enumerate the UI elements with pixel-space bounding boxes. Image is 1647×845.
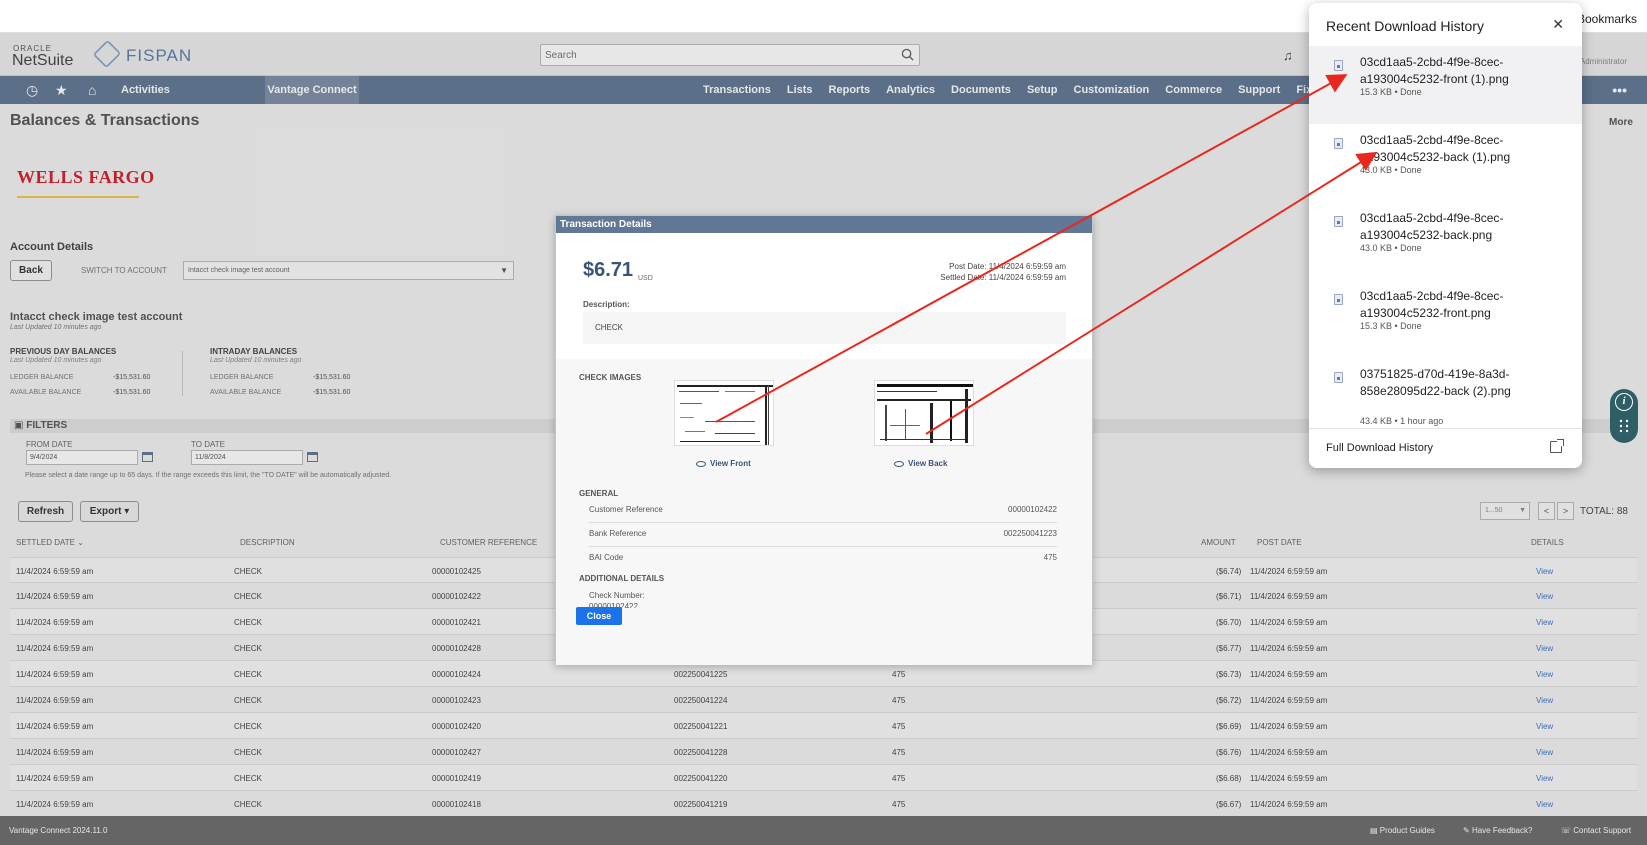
transaction-currency: USD bbox=[638, 275, 653, 282]
kv-key: BAI Code bbox=[589, 553, 624, 562]
image-file-icon bbox=[1334, 60, 1343, 71]
kv-value: 475 bbox=[1043, 553, 1057, 562]
check-front-graphic bbox=[677, 385, 773, 445]
view-back-label: View Back bbox=[908, 459, 948, 468]
check-back-image[interactable] bbox=[874, 380, 974, 446]
kv-key: Bank Reference bbox=[589, 529, 647, 538]
download-item[interactable]: 03cd1aa5-2cbd-4f9e-8cec-a193004c5232-bac… bbox=[1309, 202, 1582, 280]
image-file-icon bbox=[1334, 216, 1343, 227]
transaction-details-modal: Transaction Details $6.71 USD Post Date:… bbox=[555, 215, 1093, 665]
description-label: Description: bbox=[583, 300, 630, 309]
download-file-name: 03751825-d70d-419e-8a3d-858e28095d22-bac… bbox=[1360, 367, 1511, 398]
transaction-dates: Post Date: 11/4/2024 6:59:59 am Settled … bbox=[940, 261, 1066, 283]
download-file-meta: 43.4 KB • 1 hour ago bbox=[1360, 416, 1444, 426]
download-item[interactable]: 03751825-d70d-419e-8a3d-858e28095d22-bac… bbox=[1309, 358, 1582, 436]
kv-value: 002250041223 bbox=[1003, 529, 1057, 538]
view-front-label: View Front bbox=[710, 459, 751, 468]
modal-title: Transaction Details bbox=[556, 216, 1092, 233]
additional-details-heading: ADDITIONAL DETAILS bbox=[579, 574, 665, 583]
download-file-name: 03cd1aa5-2cbd-4f9e-8cec-a193004c5232-bac… bbox=[1360, 211, 1504, 242]
download-item[interactable]: 03cd1aa5-2cbd-4f9e-8cec-a193004c5232-fro… bbox=[1309, 46, 1582, 124]
download-history-panel: Recent Download History ✕ 03cd1aa5-2cbd-… bbox=[1309, 3, 1582, 468]
check-back-graphic bbox=[877, 384, 973, 443]
general-bai-code: BAI Code 475 bbox=[589, 549, 1057, 571]
transaction-amount: $6.71 bbox=[583, 259, 634, 281]
check-section: CHECK IMAGES View Front View Back GENERA… bbox=[556, 359, 1092, 665]
close-icon[interactable]: ✕ bbox=[1552, 16, 1564, 33]
download-item[interactable]: 03cd1aa5-2cbd-4f9e-8cec-a193004c5232-bac… bbox=[1309, 124, 1582, 202]
help-widget[interactable]: i bbox=[1610, 389, 1638, 443]
general-heading: GENERAL bbox=[579, 489, 619, 498]
post-date: Post Date: 11/4/2024 6:59:59 am bbox=[949, 262, 1066, 271]
download-footer: Full Download History bbox=[1309, 428, 1582, 468]
kv-value: 00000102422 bbox=[1008, 505, 1057, 514]
general-customer-reference: Customer Reference 00000102422 bbox=[589, 501, 1057, 523]
description-value: CHECK bbox=[583, 312, 1066, 344]
download-file-name: 03cd1aa5-2cbd-4f9e-8cec-a193004c5232-fro… bbox=[1360, 55, 1509, 86]
close-button[interactable]: Close bbox=[576, 607, 622, 625]
image-file-icon bbox=[1334, 372, 1343, 383]
download-file-name: 03cd1aa5-2cbd-4f9e-8cec-a193004c5232-bac… bbox=[1360, 133, 1511, 164]
info-icon[interactable]: i bbox=[1615, 393, 1633, 411]
eye-icon bbox=[696, 460, 706, 467]
download-file-meta: 15.3 KB • Done bbox=[1360, 87, 1422, 97]
view-front-link[interactable]: View Front bbox=[696, 459, 751, 468]
download-item[interactable]: 03cd1aa5-2cbd-4f9e-8cec-a193004c5232-fro… bbox=[1309, 280, 1582, 358]
settled-date: Settled Date: 11/4/2024 6:59:59 am bbox=[940, 273, 1066, 282]
eye-icon bbox=[894, 460, 904, 467]
check-front-image[interactable] bbox=[674, 380, 774, 446]
check-images-heading: CHECK IMAGES bbox=[579, 373, 642, 382]
bookmarks-link[interactable]: Bookmarks bbox=[1577, 12, 1637, 26]
download-file-meta: 43.0 KB • Done bbox=[1360, 243, 1422, 253]
image-file-icon bbox=[1334, 138, 1343, 149]
view-back-link[interactable]: View Back bbox=[894, 459, 947, 468]
download-file-meta: 15.3 KB • Done bbox=[1360, 321, 1422, 331]
open-in-new-icon[interactable] bbox=[1550, 439, 1564, 453]
general-bank-reference: Bank Reference 002250041223 bbox=[589, 525, 1057, 547]
download-file-meta: 43.0 KB • Done bbox=[1360, 165, 1422, 175]
grid-icon[interactable] bbox=[1619, 419, 1629, 433]
download-file-name: 03cd1aa5-2cbd-4f9e-8cec-a193004c5232-fro… bbox=[1360, 289, 1504, 320]
check-number-label: Check Number: bbox=[589, 591, 645, 600]
kv-key: Customer Reference bbox=[589, 505, 663, 514]
image-file-icon bbox=[1334, 294, 1343, 305]
full-download-history-link[interactable]: Full Download History bbox=[1326, 442, 1433, 454]
download-history-title: Recent Download History bbox=[1326, 18, 1484, 34]
